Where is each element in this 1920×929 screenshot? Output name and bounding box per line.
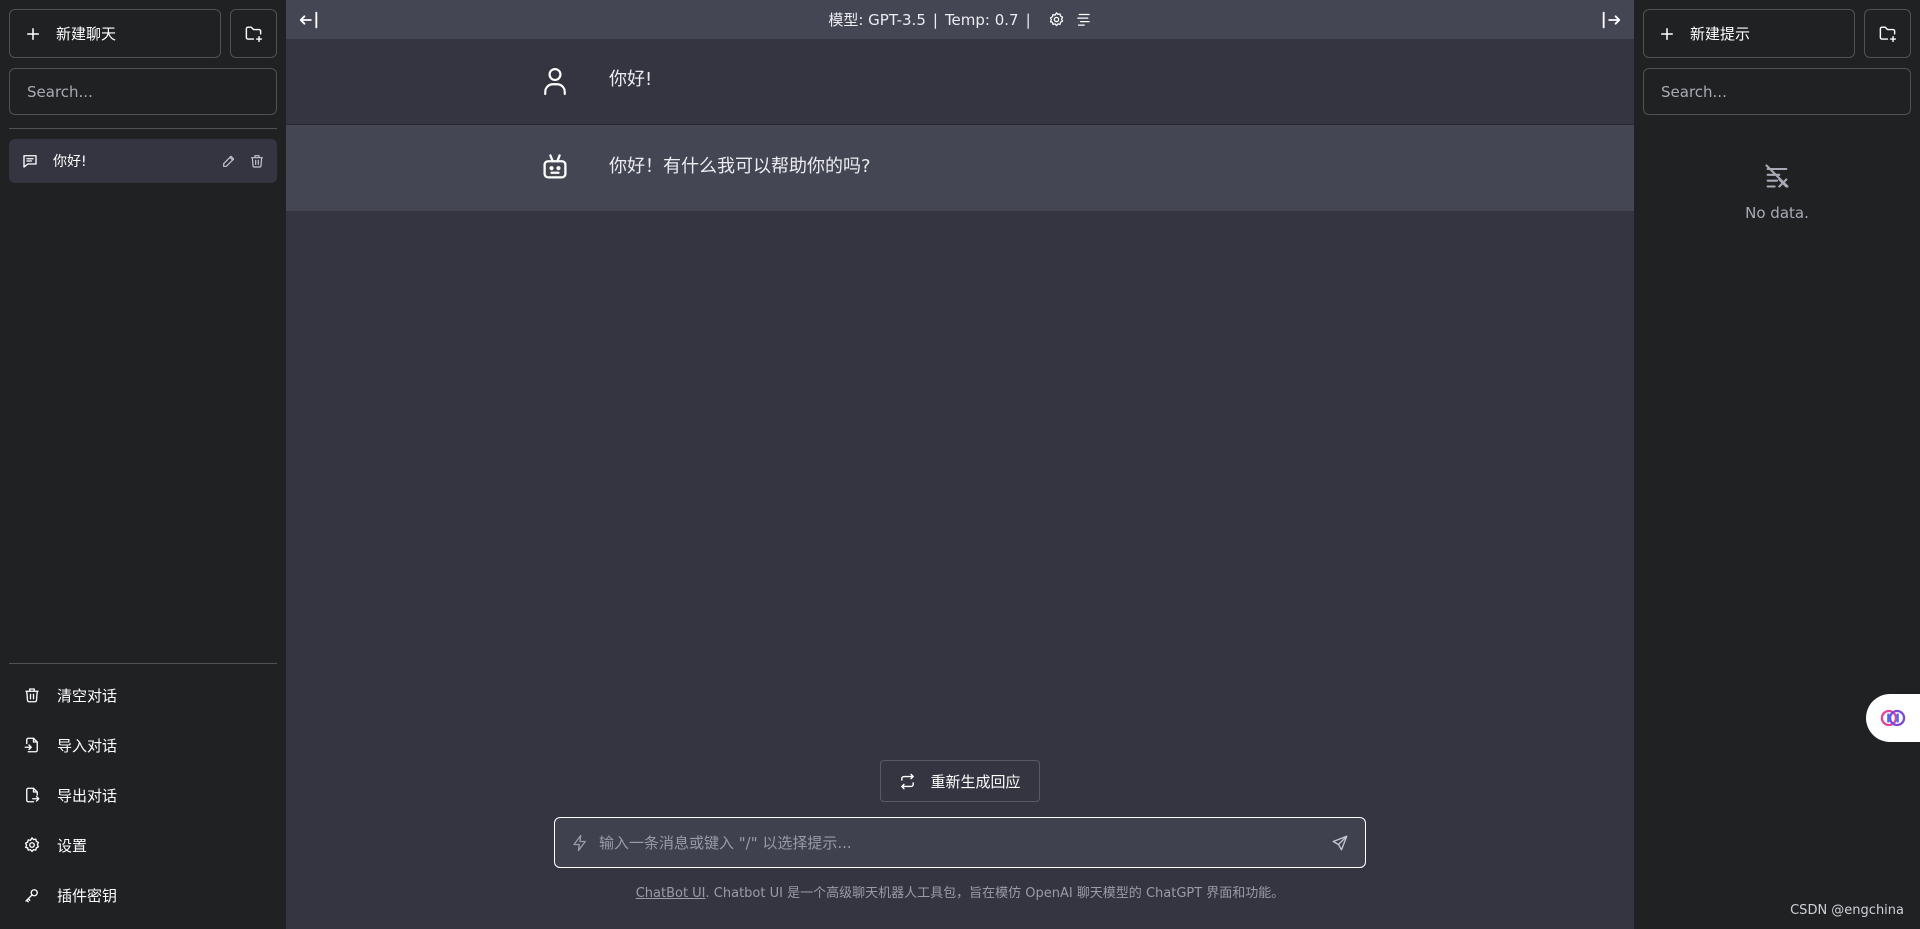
no-data-icon — [1763, 162, 1791, 190]
clear-conversations-label: 清空对话 — [57, 686, 118, 705]
conversation-title: 你好! — [53, 154, 87, 170]
sidebar-bottom-menu: 清空对话 导入对话 导出对话 设置 插件密钥 — [9, 663, 277, 920]
file-import-icon — [23, 736, 41, 754]
prompt-search-input[interactable] — [1643, 68, 1911, 115]
robot-icon — [541, 152, 569, 182]
conversation-item[interactable]: 你好! — [9, 139, 277, 183]
import-conversations-label: 导入对话 — [57, 736, 118, 755]
settings-label: 设置 — [57, 836, 88, 855]
temperature-label: Temp: 0.7 — [944, 10, 1019, 29]
gear-icon — [23, 836, 41, 854]
empty-state: No data. — [1643, 162, 1911, 222]
key-icon — [23, 886, 41, 904]
brain-icon — [1879, 704, 1907, 732]
message-composer — [554, 817, 1366, 868]
left-sidebar: 新建聊天 你好! 清空对话 — [0, 0, 286, 929]
send-icon[interactable] — [1331, 834, 1349, 852]
trash-icon[interactable] — [249, 153, 265, 169]
clear-lines-icon[interactable] — [1075, 11, 1092, 28]
export-conversations-button[interactable]: 导出对话 — [9, 770, 277, 820]
export-conversations-label: 导出对话 — [57, 786, 118, 805]
new-prompt-button[interactable]: 新建提示 — [1643, 9, 1855, 58]
message-text: 你好！有什么我可以帮助你的吗? — [609, 156, 871, 177]
pencil-icon[interactable] — [221, 153, 237, 169]
file-export-icon — [23, 786, 41, 804]
bolt-icon[interactable] — [571, 834, 589, 852]
plugin-keys-label: 插件密钥 — [57, 886, 118, 905]
plugin-keys-button[interactable]: 插件密钥 — [9, 870, 277, 920]
user-message: 你好! — [286, 40, 1634, 125]
right-sidebar-top: 新建提示 — [1643, 9, 1911, 58]
plus-icon — [1658, 25, 1676, 43]
new-prompt-label: 新建提示 — [1690, 25, 1751, 43]
floating-assistant-button[interactable] — [1866, 694, 1920, 742]
left-sidebar-top: 新建聊天 — [9, 9, 277, 58]
collapse-right-sidebar-icon[interactable] — [1600, 9, 1622, 31]
refresh-icon — [899, 773, 916, 790]
trash-icon — [23, 686, 41, 704]
regenerate-label: 重新生成回应 — [930, 772, 1021, 791]
new-folder-button[interactable] — [230, 9, 277, 58]
plus-icon — [24, 25, 42, 43]
folder-plus-icon — [244, 24, 263, 43]
import-conversations-button[interactable]: 导入对话 — [9, 720, 277, 770]
new-chat-label: 新建聊天 — [56, 25, 117, 43]
settings-button[interactable]: 设置 — [9, 820, 277, 870]
message-icon — [21, 152, 39, 170]
empty-state-text: No data. — [1745, 204, 1809, 222]
conversation-search-input[interactable] — [9, 68, 277, 115]
regenerate-response-button[interactable]: 重新生成回应 — [880, 760, 1040, 802]
chatbot-ui-link[interactable]: ChatBot UI — [636, 886, 706, 901]
new-chat-button[interactable]: 新建聊天 — [9, 9, 221, 58]
user-icon — [541, 65, 569, 97]
clear-conversations-button[interactable]: 清空对话 — [9, 670, 277, 720]
footer-text: . Chatbot UI 是一个高级聊天机器人工具包，旨在模仿 OpenAI 聊… — [705, 886, 1285, 901]
new-prompt-folder-button[interactable] — [1864, 9, 1911, 58]
chat-topbar: 模型: GPT-3.5 | Temp: 0.7 | — [286, 0, 1634, 40]
footer: ChatBot UI. Chatbot UI 是一个高级聊天机器人工具包，旨在模… — [286, 882, 1634, 901]
divider — [9, 128, 277, 129]
model-label: 模型: GPT-3.5 — [828, 11, 926, 29]
watermark: CSDN @engchina — [1790, 903, 1904, 918]
assistant-message: 你好！有什么我可以帮助你的吗? — [286, 125, 1634, 212]
message-input[interactable] — [599, 833, 1321, 852]
right-sidebar: 新建提示 No data. — [1634, 0, 1920, 929]
chat-main: 模型: GPT-3.5 | Temp: 0.7 | 你好! 你好！有什么我可以帮… — [286, 0, 1634, 929]
gear-icon[interactable] — [1048, 11, 1065, 28]
message-text: 你好! — [609, 69, 653, 90]
collapse-left-sidebar-icon[interactable] — [298, 9, 320, 31]
folder-plus-icon — [1878, 24, 1897, 43]
